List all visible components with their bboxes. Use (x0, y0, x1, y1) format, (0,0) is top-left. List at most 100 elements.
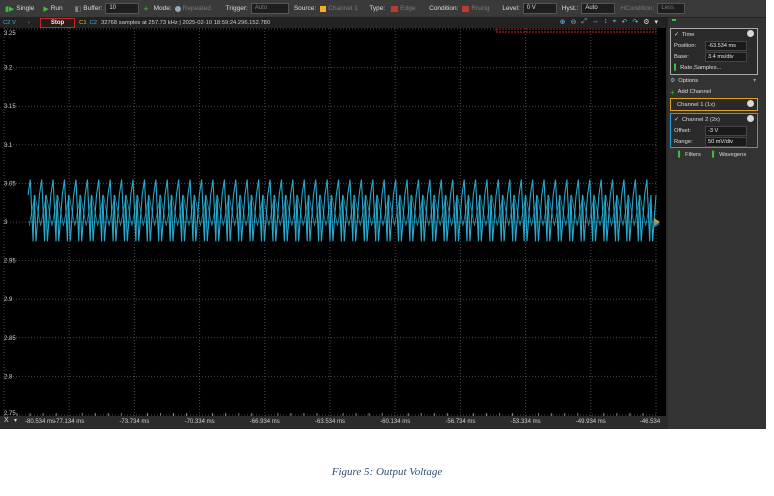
channel1-header: Channel 1 (1x) (671, 99, 757, 110)
y-tick-label: 2.95 (4, 259, 16, 265)
panel-collapse-icon[interactable] (672, 19, 676, 21)
single-icon: ▮▶ (5, 5, 15, 13)
range-label: Range: (674, 138, 693, 145)
x-tick-label: -73.734 ms (119, 419, 150, 425)
source-label: Source: (293, 5, 317, 12)
buffer-input[interactable]: 10 (105, 3, 140, 14)
source-select[interactable]: Channel 1 (328, 5, 364, 12)
menu-icon[interactable]: ▾ (654, 18, 658, 26)
channel2-title: Channel 2 (2x) (681, 116, 720, 123)
add-channel-row[interactable]: + Add Channel (670, 87, 711, 97)
right-panel: ✓ Time Position: -63.534 ms Base: 3.4 ms/di… (668, 18, 766, 429)
toolbar: ▮▶ Single ▶ Run ◧ Buffer: 10 + Mode: Repeated … (0, 0, 766, 18)
position-input[interactable]: -63.534 ms (705, 40, 747, 51)
stop-button[interactable]: Stop (39, 18, 76, 28)
x-tick-label: -60.134 ms (380, 419, 411, 425)
rate-samples-label: Rate,Samples... (680, 64, 722, 71)
options-dropdown-icon: ▾ (753, 78, 756, 84)
y-tick-label: 3.05 (4, 181, 16, 187)
zoom-x-icon[interactable]: ↔ (592, 18, 599, 26)
time-header[interactable]: ✓ Time (671, 29, 757, 40)
check-icon: ✓ (674, 31, 679, 38)
rate-samples-row[interactable]: ▌ Rate,Samples... (671, 62, 757, 73)
add-channel-label: Add Channel (677, 89, 712, 95)
rate-icon: ▌ (674, 64, 679, 71)
hcondition-select[interactable]: Less (657, 3, 686, 14)
y-tick-label: 3.15 (4, 104, 16, 110)
y-tick-label: 2.9 (4, 297, 13, 303)
time-section: ✓ Time Position: -63.534 ms Base: 3.4 ms/di… (670, 28, 758, 75)
hcondition-group: HCondition: Less (620, 3, 686, 14)
source-group: Source: Channel 1 (294, 5, 364, 12)
wavegens-button[interactable]: ▌ Wavegens (712, 150, 746, 160)
mode-label: Mode: (153, 5, 172, 12)
channel1-gear-icon[interactable] (747, 100, 754, 107)
single-button[interactable]: ▮▶ Single (5, 5, 34, 13)
x-tick-label: -49.934 ms (575, 419, 606, 425)
channel2-gear-icon[interactable] (747, 115, 754, 122)
hcondition-label: HCondition: (620, 5, 655, 12)
zoom-fit-icon[interactable]: ⤢ (581, 18, 587, 26)
redo-zoom-icon[interactable]: ↷ (632, 18, 638, 26)
add-buffer-icon[interactable]: + (143, 4, 148, 14)
x-axis-menu-icon[interactable]: ▾ (14, 417, 17, 424)
hyst-group: Hyst.: Auto (562, 3, 616, 14)
channel1-section[interactable]: Channel 1 (1x) (670, 98, 758, 111)
buffer-icon: ◧ (74, 5, 82, 13)
offset-input[interactable]: -3 V (705, 125, 747, 136)
level-label: Level: (502, 5, 520, 12)
plot-area[interactable]: 3.253.23.153.13.0532.952.92.852.82.75 (0, 28, 666, 416)
status-bar: C2 V › Stop C1 C2 32768 samples at 257.7… (0, 18, 668, 28)
type-select[interactable]: Edge (400, 5, 424, 12)
type-group: Type: Edge (369, 5, 424, 12)
mode-group: Mode: Repeated (154, 5, 221, 12)
level-group: Level: 0 V (502, 3, 557, 14)
x-tick-label: -56.734 ms (445, 419, 476, 425)
filters-icon: ▌ (678, 152, 683, 158)
position-row: Position: -63.534 ms (671, 40, 757, 51)
zoom-out-icon[interactable]: ⊖ (571, 18, 577, 26)
condition-group: Condition: Rising (429, 5, 497, 12)
x-tick-label: -70.334 ms (184, 419, 215, 425)
base-input[interactable]: 3.4 ms/div (705, 51, 747, 62)
mode-select[interactable]: Repeated (183, 5, 221, 12)
c2-toggle[interactable]: C2 (90, 20, 97, 26)
single-label: Single (16, 5, 35, 12)
channel2-header[interactable]: ✓ Channel 2 (2x) (671, 114, 757, 125)
run-icon: ▶ (43, 5, 49, 13)
x-axis-close-icon[interactable]: X (4, 417, 9, 424)
trigger-label: Trigger: (225, 5, 248, 12)
filters-label: Filters (685, 152, 701, 158)
hyst-input[interactable]: Auto (581, 3, 616, 14)
y-tick-label: 3.25 (4, 31, 16, 37)
undo-zoom-icon[interactable]: ↶ (621, 18, 627, 26)
range-row: Range: 50 mV/div (671, 136, 757, 147)
type-label: Type: (369, 5, 386, 12)
hyst-label: Hyst.: (561, 5, 579, 12)
y-tick-label: 3.1 (4, 143, 13, 149)
condition-select[interactable]: Rising (471, 5, 497, 12)
zoom-y-icon[interactable]: ↕ (604, 18, 608, 26)
rising-icon (462, 5, 470, 12)
channel1-label: Channel 1 (1x) (677, 101, 716, 108)
settings-icon[interactable]: ⚙ (643, 18, 649, 26)
run-button[interactable]: ▶ Run (43, 5, 62, 13)
base-label: Base: (674, 53, 689, 60)
wavegens-label: Wavegens (719, 152, 747, 158)
level-input[interactable]: 0 V (522, 3, 557, 14)
x-tick-label: -77.134 ms (54, 419, 85, 425)
offset-row: Offset: -3 V (671, 125, 757, 136)
cursor-icon[interactable]: ⌖ (613, 18, 617, 26)
trigger-select[interactable]: Auto (250, 3, 289, 14)
zoom-toolbar: ⊕ ⊖ ⤢ ↔ ↕ ⌖ ↶ ↷ ⚙ ▾ (560, 18, 658, 26)
options-row[interactable]: ⚙ Options ▾ (670, 76, 756, 86)
filters-button[interactable]: ▌ Filters (678, 150, 701, 160)
zoom-in-icon[interactable]: ⊕ (560, 18, 566, 26)
acquisition-info: 32768 samples at 257.73 kHz | 2025-02-10… (101, 20, 271, 26)
channel-unit-label: C2 V (3, 20, 16, 26)
expand-icon[interactable]: › (28, 20, 30, 26)
time-gear-icon[interactable] (747, 30, 754, 37)
range-input[interactable]: 50 mV/div (705, 136, 747, 147)
c1-toggle[interactable]: C1 (79, 20, 86, 26)
position-label: Position: (674, 42, 697, 49)
